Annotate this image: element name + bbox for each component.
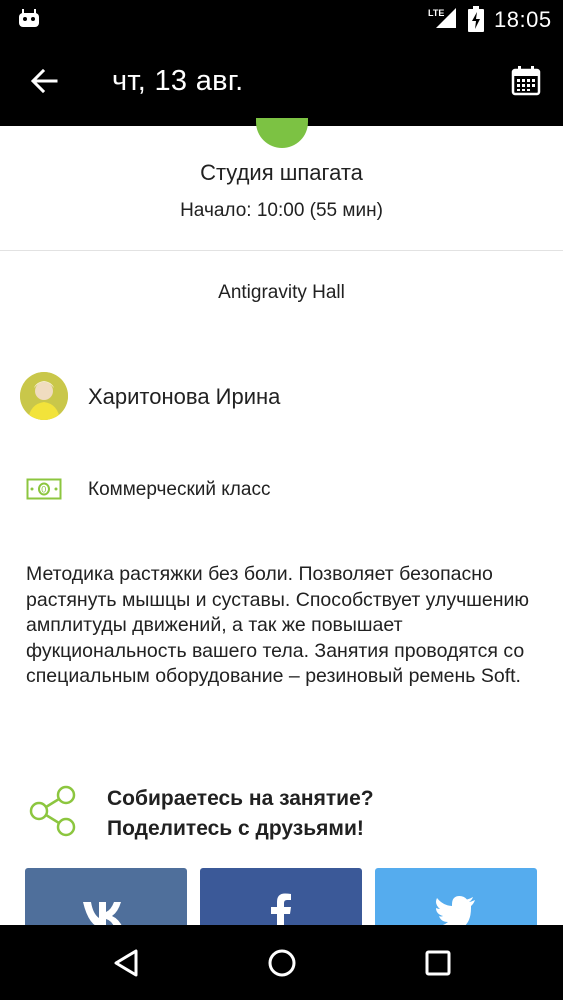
system-navigation-bar bbox=[0, 925, 563, 1000]
class-type-label: Коммерческий класс bbox=[88, 479, 271, 500]
share-icon bbox=[29, 785, 76, 837]
class-start-time: Начало: 10:00 (55 мин) bbox=[180, 200, 383, 221]
share-prompt: Собираетесь на занятие? Поделитесь с дру… bbox=[0, 780, 563, 850]
trainer-row[interactable]: Харитонова Ирина bbox=[0, 366, 563, 426]
svg-text:0: 0 bbox=[41, 485, 46, 495]
trainer-name: Харитонова Ирина bbox=[88, 384, 281, 409]
facebook-icon bbox=[271, 893, 291, 928]
class-name: Студия шпагата bbox=[200, 160, 363, 185]
status-clock: 18:05 bbox=[494, 7, 552, 32]
lte-signal-icon: LTE bbox=[428, 8, 456, 28]
calendar-icon[interactable] bbox=[506, 62, 546, 102]
page-title: чт, 13 авг. bbox=[112, 65, 244, 97]
android-robot-icon bbox=[19, 9, 39, 27]
recents-square-icon[interactable] bbox=[418, 943, 458, 983]
trainer-avatar bbox=[20, 372, 68, 420]
share-line-2: Поделитесь с друзьями! bbox=[107, 817, 364, 840]
divider bbox=[0, 250, 563, 251]
app-bar: чт, 13 авг. bbox=[0, 38, 563, 126]
battery-charging-icon bbox=[468, 6, 484, 32]
home-circle-icon[interactable] bbox=[262, 943, 302, 983]
twitter-share-button[interactable] bbox=[375, 868, 537, 928]
share-text: Собираетесь на занятие? Поделитесь с дру… bbox=[107, 784, 374, 844]
trainer-photo bbox=[20, 372, 68, 420]
status-bar: LTE 18:05 bbox=[0, 0, 563, 38]
class-color-indicator bbox=[256, 118, 308, 148]
vk-share-button[interactable] bbox=[25, 868, 187, 928]
twitter-icon bbox=[434, 896, 475, 928]
vk-icon bbox=[83, 902, 123, 928]
svg-text:LTE: LTE bbox=[428, 8, 444, 18]
back-arrow-icon[interactable] bbox=[24, 62, 64, 102]
money-icon: 0 bbox=[26, 478, 62, 500]
hall-name: Antigravity Hall bbox=[218, 282, 345, 303]
class-type-row: 0 Коммерческий класс bbox=[0, 472, 563, 508]
facebook-share-button[interactable] bbox=[200, 868, 362, 928]
back-triangle-icon[interactable] bbox=[106, 943, 146, 983]
class-description: Методика растяжки без боли. Позволяет бе… bbox=[26, 563, 530, 688]
share-line-1: Собираетесь на занятие? bbox=[107, 787, 374, 810]
